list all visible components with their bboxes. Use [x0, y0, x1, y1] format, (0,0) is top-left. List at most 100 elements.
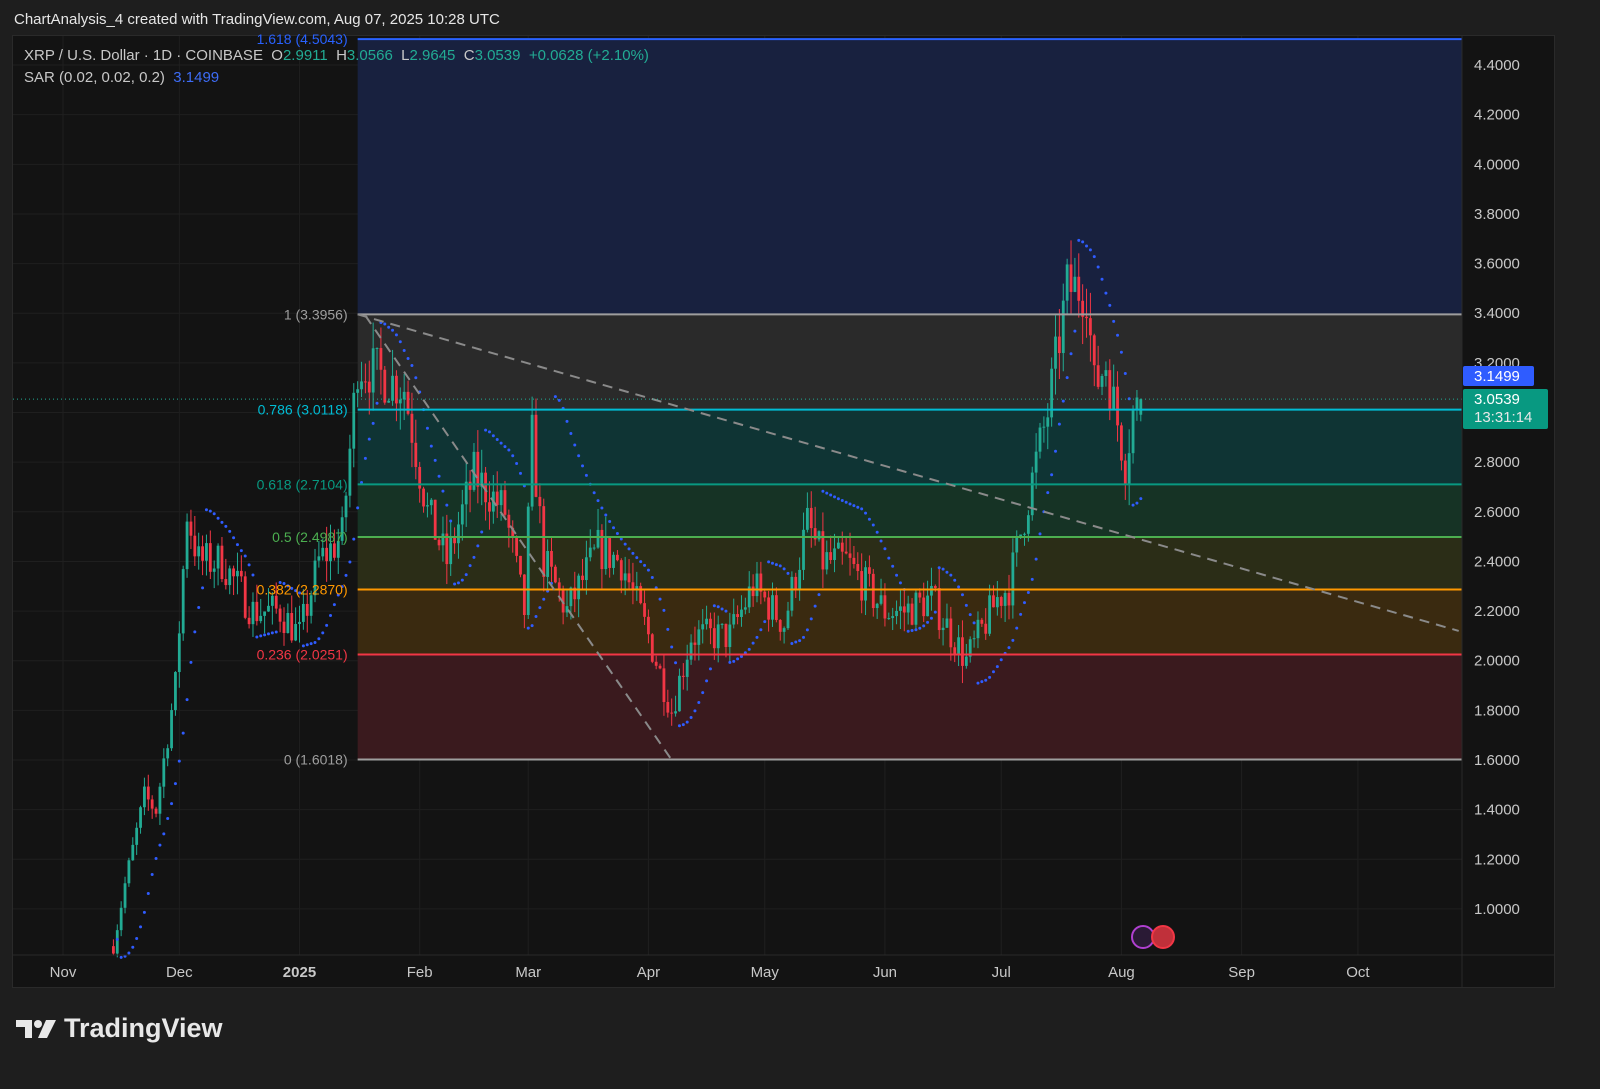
candle-body [205, 543, 208, 561]
sar-dot [972, 621, 976, 625]
candle-body [643, 603, 646, 617]
sar-dot [1015, 626, 1019, 630]
us-flag-event-icon[interactable] [1151, 925, 1175, 949]
candle-body [883, 595, 887, 619]
sar-dot [898, 581, 902, 585]
sar-dot [627, 547, 631, 551]
sar-dot [449, 519, 453, 523]
candle-body [344, 495, 348, 518]
candle-body [802, 529, 805, 570]
sar-legend[interactable]: SAR (0.02, 0.02, 0.2) 3.1499 [24, 69, 219, 86]
price-tick-label: 3.8000 [1474, 206, 1520, 223]
candle-body [728, 624, 732, 648]
candle-body [972, 638, 976, 640]
candle-body [755, 573, 759, 597]
fib-zone [357, 409, 1463, 485]
candle-body [367, 381, 371, 393]
sar-dot [980, 680, 984, 684]
candle-body [193, 535, 197, 557]
candle-body [441, 533, 445, 546]
candle-body [282, 621, 286, 633]
sar-dot [542, 597, 546, 601]
sar-dot [1069, 352, 1073, 356]
candle-body [247, 617, 251, 625]
candle-body [1065, 264, 1069, 301]
sar-dot [142, 910, 146, 914]
candle-body [325, 547, 329, 562]
candle-body [988, 595, 992, 634]
candle-body [879, 595, 883, 604]
time-tick-label: Jul [992, 964, 1011, 981]
sar-dot [577, 454, 581, 458]
symbol-name[interactable]: XRP / U.S. Dollar · 1D · COINBASE [24, 47, 263, 64]
candle-body [538, 496, 542, 507]
candle-body [1003, 592, 1007, 606]
sar-dot [650, 575, 654, 579]
sar-dot [1135, 501, 1139, 505]
candle-body [1131, 409, 1135, 454]
candle-body [445, 533, 449, 565]
time-tick-label: Apr [637, 964, 660, 981]
sar-dot [216, 516, 220, 520]
sar-dot [968, 613, 972, 617]
sar-dot [685, 720, 689, 724]
tradingview-logo[interactable]: TradingView [16, 1013, 223, 1044]
candle-body [410, 413, 414, 443]
price-chart[interactable]: 0 (1.6018) 0.236 (2.0251) 0.382 (2.2870) 0.… [0, 0, 1600, 1089]
candle-body [992, 595, 995, 608]
time-tick-label: Jun [873, 964, 897, 981]
sar-dot [115, 937, 119, 941]
price-tick-label: 4.0000 [1474, 156, 1520, 173]
candle-body [914, 592, 918, 625]
candle-body [476, 451, 480, 487]
candle-body [1054, 336, 1057, 369]
sar-dot [410, 364, 414, 368]
sar-dot [662, 608, 666, 612]
candle-body [332, 543, 336, 558]
sar-dot [1057, 422, 1061, 426]
lightning-event-icon[interactable] [1131, 925, 1155, 949]
candle-body [809, 507, 813, 529]
candle-body [499, 490, 503, 506]
sar-dot [553, 395, 557, 399]
sar-dot [945, 570, 949, 574]
candle-body [1011, 552, 1015, 606]
fib-level-label: 0.618 (2.7104) [257, 476, 348, 492]
sar-dot [623, 542, 627, 546]
price-tick-label: 1.0000 [1474, 901, 1520, 918]
high-label: H [336, 47, 347, 64]
fib-level-label: 0.382 (2.2870) [257, 581, 348, 597]
candle-body [635, 586, 639, 589]
candle-body [391, 375, 394, 401]
sar-dot [805, 628, 809, 632]
candle-body [526, 506, 530, 616]
fib-level-label: 0.786 (3.0118) [258, 402, 348, 418]
candle-body [154, 808, 158, 814]
sar-dot [189, 660, 193, 664]
candle-body [957, 637, 960, 655]
sar-dot [960, 593, 964, 597]
sar-dot [677, 724, 681, 728]
price-tick-label: 4.4000 [1474, 57, 1520, 74]
candle-body [255, 601, 259, 622]
sar-dot [491, 434, 495, 438]
sar-dot [468, 564, 472, 568]
sar-dot [608, 520, 612, 524]
candle-body [1089, 318, 1092, 336]
sar-dot [487, 430, 491, 434]
candle-body [251, 601, 255, 625]
symbol-legend: XRP / U.S. Dollar · 1D · COINBASE O2.991… [24, 47, 649, 64]
candle-body [294, 624, 298, 641]
candle-body [833, 548, 836, 560]
sar-dot [1007, 646, 1011, 650]
sar-dot [135, 937, 139, 941]
sar-dot [697, 700, 701, 704]
candle-body [910, 603, 914, 625]
sar-dot [1112, 319, 1116, 323]
fib-zone [357, 39, 1463, 315]
candle-body [177, 633, 181, 673]
candle-body [305, 603, 309, 616]
candle-body [1096, 365, 1100, 387]
sar-dot [204, 508, 208, 512]
candle-body [658, 665, 662, 669]
